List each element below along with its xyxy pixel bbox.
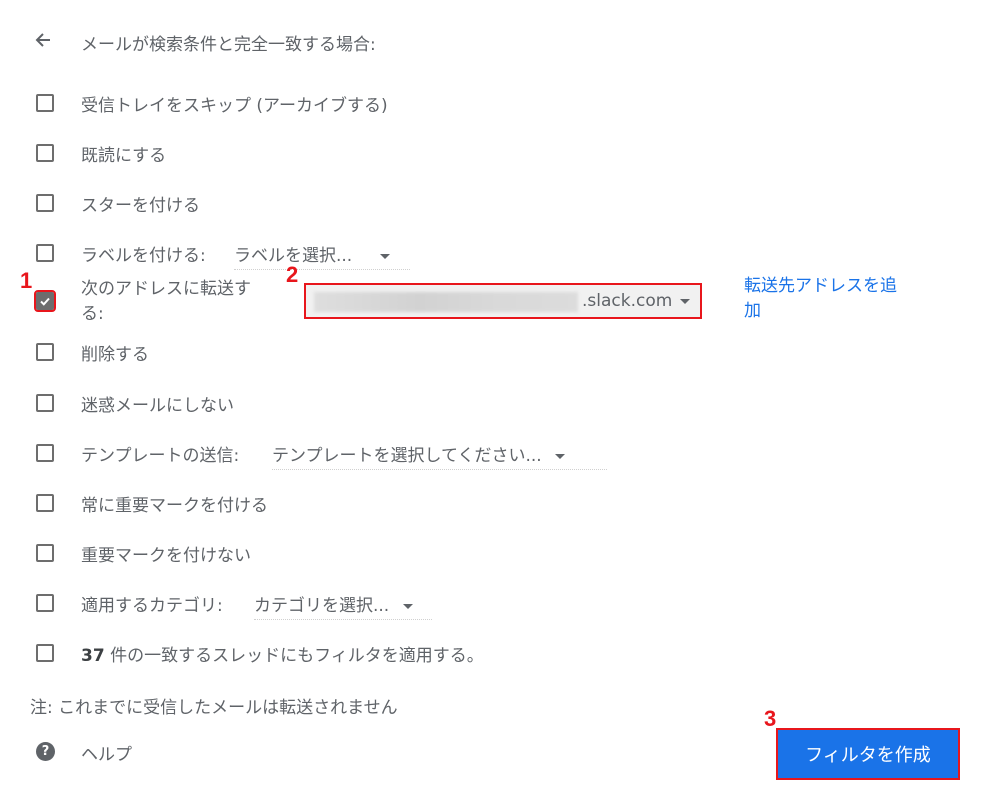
star-label: スターを付ける (81, 196, 200, 216)
page-title: メールが検索条件と完全一致する場合: (81, 35, 376, 55)
skip-inbox-label: 受信トレイをスキップ (アーカイブする) (81, 96, 388, 116)
send-template-label: テンプレートの送信: (81, 446, 240, 466)
star-checkbox[interactable] (36, 194, 54, 212)
forward-label-line1: 次のアドレスに転送す (81, 279, 251, 299)
arrow-left-icon (35, 33, 50, 47)
apply-to-matching-label: 37 件の一致するスレッドにもフィルタを適用する。 (81, 641, 484, 666)
forward-label: 次のアドレスに転送す る: (81, 277, 251, 327)
apply-to-matching-text: 件の一致するスレッドにもフィルタを適用する。 (104, 646, 484, 666)
label-select[interactable]: ラベルを選択... (234, 241, 410, 270)
chevron-down-icon (402, 603, 413, 609)
category-select[interactable]: カテゴリを選択... (254, 591, 432, 620)
never-important-label: 重要マークを付けない (81, 546, 251, 566)
mark-as-read-label: 既読にする (81, 146, 167, 166)
apply-label-label: ラベルを付ける: (81, 246, 206, 266)
annotation-1: 1 (20, 268, 33, 293)
back-button[interactable] (34, 31, 54, 51)
chevron-down-icon (555, 453, 566, 459)
category-select-value: カテゴリを選択... (254, 596, 390, 616)
add-forwarding-link-line1: 転送先アドレスを追 (744, 276, 897, 296)
categorize-label: 適用するカテゴリ: (81, 596, 223, 616)
mark-as-read-checkbox[interactable] (36, 144, 54, 162)
chevron-down-icon (379, 253, 390, 259)
template-select[interactable]: テンプレートを選択してください... (272, 441, 607, 470)
delete-label: 削除する (81, 345, 149, 365)
categorize-checkbox[interactable] (36, 594, 54, 612)
help-link[interactable]: ヘルプ (81, 740, 132, 765)
annotation-2: 2 (286, 262, 299, 287)
forward-note: 注: これまでに受信したメールは転送されません (30, 698, 398, 718)
add-forwarding-link-line2: 加 (744, 301, 761, 321)
forward-address-select[interactable]: .slack.com (304, 283, 702, 319)
forward-label-line2: る: (81, 304, 104, 324)
always-important-label: 常に重要マークを付ける (81, 496, 268, 516)
checkmark-icon (40, 297, 50, 306)
blurred-address (314, 292, 578, 312)
delete-checkbox[interactable] (36, 343, 54, 361)
add-forwarding-address-link[interactable]: 転送先アドレスを追 加 (744, 274, 897, 324)
create-filter-button[interactable]: フィルタを作成 (776, 728, 960, 780)
template-select-value: テンプレートを選択してください... (272, 446, 542, 466)
help-circle-icon[interactable]: ? (36, 742, 55, 761)
never-spam-checkbox[interactable] (36, 394, 54, 412)
annotation-3: 3 (764, 706, 777, 731)
send-template-checkbox[interactable] (36, 444, 54, 462)
apply-label-checkbox[interactable] (36, 244, 54, 262)
forward-address-suffix: .slack.com (582, 291, 673, 311)
never-important-checkbox[interactable] (36, 544, 54, 562)
matching-count: 37 (81, 646, 105, 666)
never-spam-label: 迷惑メールにしない (81, 396, 234, 416)
forward-checkbox[interactable] (34, 290, 56, 312)
chevron-down-icon (680, 299, 690, 304)
always-important-checkbox[interactable] (36, 494, 54, 512)
skip-inbox-checkbox[interactable] (36, 94, 54, 112)
apply-to-matching-checkbox[interactable] (36, 644, 54, 662)
